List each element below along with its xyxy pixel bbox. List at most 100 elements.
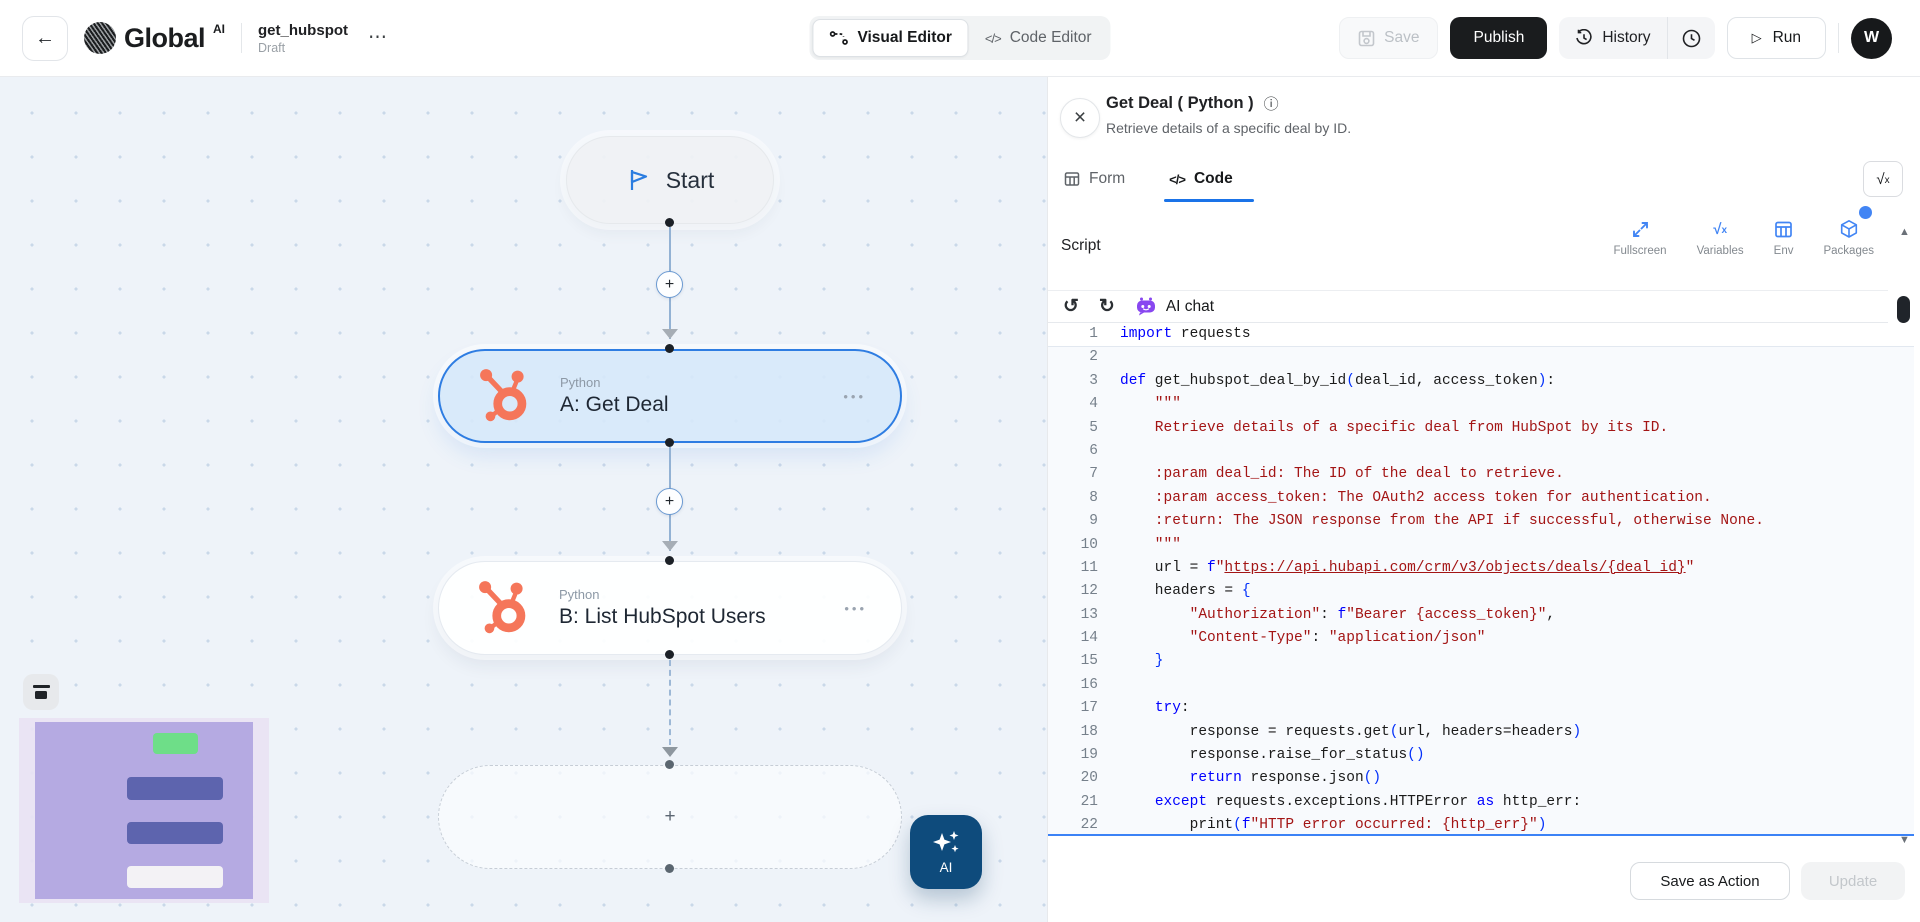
topbar-right: Save Publish History: [1339, 17, 1920, 59]
add-step-button[interactable]: +: [656, 488, 683, 515]
code-line[interactable]: 3def get_hubspot_deal_by_id(deal_id, acc…: [1048, 370, 1914, 393]
save-button[interactable]: Save: [1339, 17, 1438, 59]
run-button[interactable]: ▷ Run: [1727, 17, 1826, 59]
code-line[interactable]: 15 }: [1048, 650, 1914, 673]
tab-label: Form: [1089, 170, 1125, 188]
code-line[interactable]: 13 "Authorization": f"Bearer {access_tok…: [1048, 604, 1914, 627]
code-editor[interactable]: 1import requests23def get_hubspot_deal_b…: [1048, 323, 1914, 836]
logo-globe-icon: [84, 22, 116, 54]
env-table-icon: [1774, 220, 1793, 239]
code-line[interactable]: 19 response.raise_for_status(): [1048, 744, 1914, 767]
save-as-action-button[interactable]: Save as Action: [1630, 862, 1790, 900]
workflow-canvas[interactable]: Start + Python A: Get Deal: [0, 77, 1047, 922]
code-line-content: except requests.exceptions.HTTPError as …: [1098, 791, 1581, 814]
minimap-viewport[interactable]: [35, 722, 253, 899]
code-line[interactable]: 18 response = requests.get(url, headers=…: [1048, 721, 1914, 744]
back-button[interactable]: ←: [22, 16, 68, 61]
line-number: 16: [1048, 674, 1098, 697]
user-avatar[interactable]: W: [1851, 18, 1892, 59]
line-number: 15: [1048, 650, 1098, 673]
clock-icon: [1682, 29, 1701, 48]
app-root: ← Global AI get_hubspot Draft ⋯: [0, 0, 1920, 922]
app-logo: Global AI: [84, 18, 225, 58]
fullscreen-button[interactable]: Fullscreen: [1614, 220, 1667, 257]
minimap-start-node: [153, 733, 198, 754]
minimap-node-b: [127, 822, 223, 844]
code-line[interactable]: 6: [1048, 440, 1914, 463]
history-group: History: [1559, 17, 1714, 59]
minimap[interactable]: [19, 718, 269, 903]
undo-button[interactable]: ↺: [1063, 297, 1079, 316]
connector-dot: [665, 556, 674, 565]
node-a-get-deal[interactable]: Python A: Get Deal •••: [438, 349, 902, 443]
logo-text: Global: [124, 18, 205, 58]
env-button[interactable]: Env: [1774, 220, 1794, 257]
minimap-node-a: [127, 777, 223, 800]
redo-button[interactable]: ↻: [1099, 297, 1115, 316]
history-button[interactable]: History: [1559, 17, 1666, 59]
panel-title: Get Deal ( Python ): [1106, 94, 1254, 113]
node-b-list-hubspot-users[interactable]: Python B: List HubSpot Users •••: [438, 561, 902, 655]
overflow-menu-button[interactable]: ⋯: [364, 29, 392, 47]
code-line-content: response = requests.get(url, headers=hea…: [1098, 721, 1581, 744]
code-line[interactable]: 16: [1048, 674, 1914, 697]
panel-title-row: Get Deal ( Python ) ⓘ: [1106, 93, 1279, 114]
code-line[interactable]: 5 Retrieve details of a specific deal fr…: [1048, 417, 1914, 440]
sparkles-icon: [931, 829, 961, 857]
ai-assistant-button[interactable]: AI: [910, 815, 982, 889]
code-line[interactable]: 7 :param deal_id: The ID of the deal to …: [1048, 463, 1914, 486]
code-line-content: url = f"https://api.hubapi.com/crm/v3/ob…: [1098, 557, 1694, 580]
code-line[interactable]: 20 return response.json(): [1048, 767, 1914, 790]
plus-icon: +: [664, 806, 675, 828]
add-step-button[interactable]: +: [656, 271, 683, 298]
line-number: 17: [1048, 697, 1098, 720]
scroll-up-arrow[interactable]: ▲: [1899, 226, 1910, 238]
line-number: 3: [1048, 370, 1098, 393]
variables-math-button[interactable]: √x: [1863, 161, 1903, 197]
info-icon[interactable]: ⓘ: [1264, 93, 1279, 114]
code-line[interactable]: 2: [1048, 346, 1914, 369]
code-line[interactable]: 22 print(f"HTTP error occurred: {http_er…: [1048, 814, 1914, 836]
panel-tabs: Form </> Code: [1064, 161, 1233, 197]
start-node[interactable]: Start: [566, 136, 774, 224]
package-cube-icon: [1839, 219, 1859, 239]
node-menu-button[interactable]: •••: [843, 389, 866, 404]
scrollbar-thumb[interactable]: [1897, 296, 1910, 323]
packages-button[interactable]: Packages: [1823, 219, 1874, 257]
ai-chat-label: AI chat: [1166, 298, 1214, 316]
code-line[interactable]: 12 headers = {: [1048, 580, 1914, 603]
edge-line-dashed: [669, 660, 671, 745]
fit-view-button[interactable]: [23, 674, 59, 710]
update-button[interactable]: Update: [1801, 862, 1905, 900]
code-line[interactable]: 21 except requests.exceptions.HTTPError …: [1048, 791, 1914, 814]
variables-button[interactable]: √x Variables: [1697, 219, 1744, 257]
publish-button[interactable]: Publish: [1450, 17, 1547, 59]
node-texts: Python B: List HubSpot Users: [559, 587, 844, 629]
code-line[interactable]: 17 try:: [1048, 697, 1914, 720]
tab-visual-editor[interactable]: Visual Editor: [812, 19, 968, 57]
ai-chat-button[interactable]: AI chat: [1135, 297, 1214, 316]
line-number: 5: [1048, 417, 1098, 440]
tab-form[interactable]: Form: [1064, 170, 1125, 188]
tab-code-editor[interactable]: </> Code Editor: [969, 19, 1108, 57]
hubspot-icon: [474, 365, 536, 427]
history-label: History: [1602, 29, 1650, 47]
schedule-button[interactable]: [1668, 17, 1715, 59]
code-line[interactable]: 9 :return: The JSON response from the AP…: [1048, 510, 1914, 533]
divider: [241, 23, 242, 53]
line-number: 19: [1048, 744, 1098, 767]
fit-view-icon-block: [35, 691, 47, 699]
code-line[interactable]: 10 """: [1048, 534, 1914, 557]
node-menu-button[interactable]: •••: [844, 601, 867, 616]
tab-code[interactable]: </> Code: [1169, 170, 1233, 188]
close-panel-button[interactable]: ×: [1060, 98, 1100, 138]
code-line[interactable]: 8 :param access_token: The OAuth2 access…: [1048, 487, 1914, 510]
code-line[interactable]: 1import requests: [1048, 323, 1914, 346]
line-number: 4: [1048, 393, 1098, 416]
active-tab-indicator: [1164, 199, 1254, 202]
code-line[interactable]: 4 """: [1048, 393, 1914, 416]
placeholder-node[interactable]: +: [438, 765, 902, 869]
code-line[interactable]: 11 url = f"https://api.hubapi.com/crm/v3…: [1048, 557, 1914, 580]
scroll-down-arrow[interactable]: ▼: [1899, 834, 1910, 846]
code-line[interactable]: 14 "Content-Type": "application/json": [1048, 627, 1914, 650]
